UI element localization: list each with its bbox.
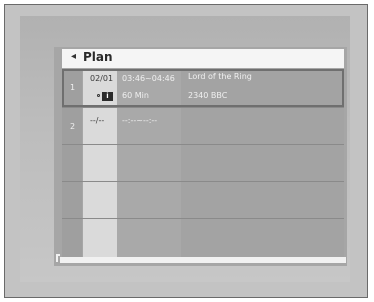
bottom-bar bbox=[60, 257, 346, 263]
row-divider bbox=[62, 218, 344, 219]
plan-header: ◂ Plan bbox=[62, 49, 344, 68]
row-duration: 60 Min bbox=[122, 91, 149, 100]
row-number: 2 bbox=[70, 122, 76, 131]
row-time: 03:46~04:46 bbox=[122, 74, 175, 83]
info-icon: i bbox=[102, 92, 113, 101]
row-date: --/-- bbox=[90, 116, 105, 125]
row-divider bbox=[62, 181, 344, 182]
row-date: 02/01 bbox=[90, 74, 114, 83]
lock-icon bbox=[97, 94, 100, 97]
row-program-title: Lord of the Ring bbox=[188, 72, 252, 81]
row-channel: 2340 BBC bbox=[188, 91, 228, 100]
page-title: Plan bbox=[83, 50, 113, 64]
row-number: 1 bbox=[70, 83, 76, 92]
row-divider bbox=[62, 107, 344, 108]
row-divider bbox=[62, 144, 344, 145]
back-arrow-icon[interactable]: ◂ bbox=[71, 51, 76, 62]
row-time: --:--~--:-- bbox=[122, 116, 158, 125]
